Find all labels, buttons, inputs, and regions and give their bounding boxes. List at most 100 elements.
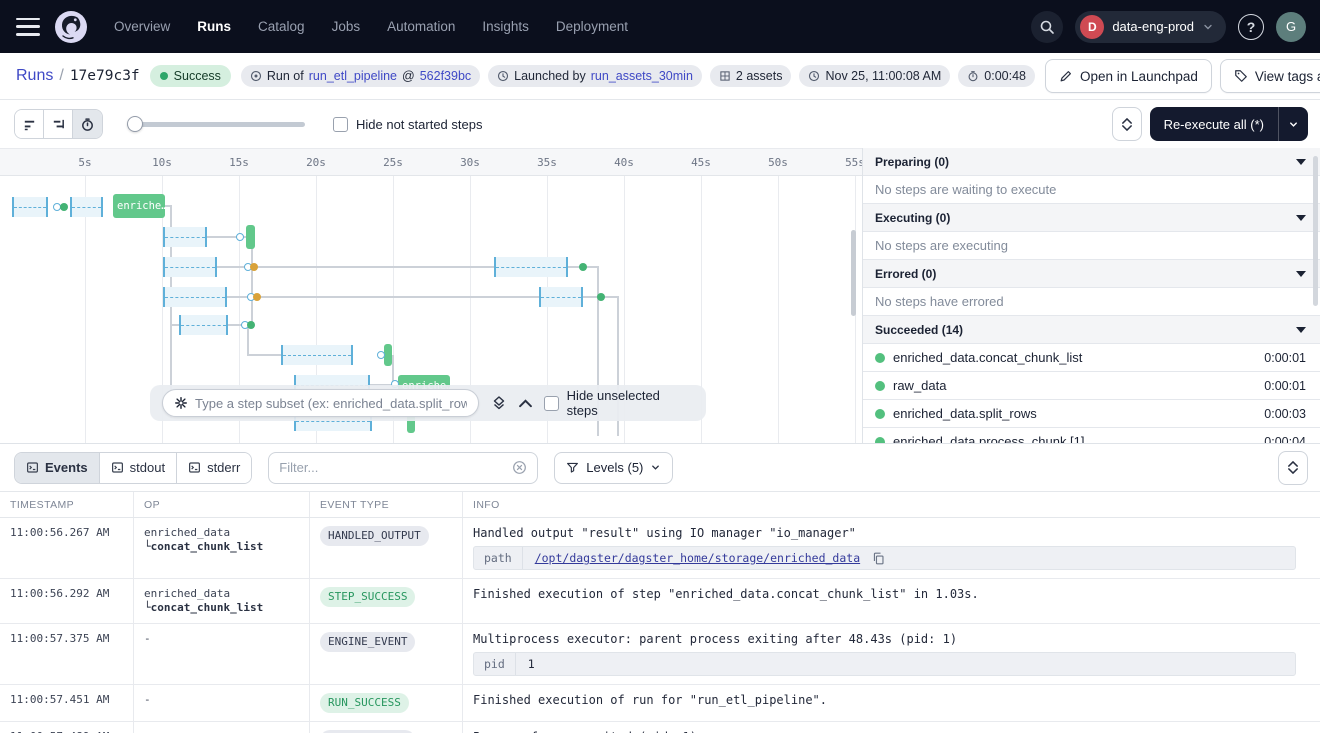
step-marker-dot[interactable]	[60, 203, 68, 211]
log-row[interactable]: 11:00:56.267 AM enriched_data └concat_ch…	[0, 518, 1320, 579]
gantt-zoom-slider[interactable]	[127, 116, 305, 132]
workspace-switcher[interactable]: D data-eng-prod	[1075, 11, 1226, 43]
log-filter-input[interactable]	[279, 460, 504, 475]
schedule-link[interactable]: run_assets_30min	[591, 69, 693, 83]
search-button[interactable]	[1031, 11, 1063, 43]
job-link[interactable]: run_etl_pipeline	[309, 69, 397, 83]
steps-panel-row[interactable]: Errored (0)	[863, 260, 1320, 288]
open-in-launchpad-button[interactable]: Open in Launchpad	[1045, 59, 1212, 93]
step-name: raw_data	[893, 378, 946, 393]
steps-panel-row[interactable]: Preparing (0)	[863, 148, 1320, 176]
layers-icon[interactable]	[491, 395, 507, 411]
log-op: enriched_data └concat_chunk_list	[134, 518, 310, 578]
chevron-down-icon	[1288, 468, 1298, 474]
help-button[interactable]: ?	[1238, 14, 1264, 40]
view-timed-button[interactable]	[73, 110, 102, 138]
nav-item[interactable]: Runs	[197, 19, 231, 34]
view-waterfall-button[interactable]	[44, 110, 73, 138]
step-marker-dot[interactable]	[377, 351, 385, 359]
checkbox-box[interactable]	[544, 396, 559, 411]
commit-link[interactable]: 562f39bc	[420, 69, 471, 83]
steps-panel-row[interactable]: enriched_data.concat_chunk_list 0:00:01	[863, 344, 1320, 372]
tag-launched-by[interactable]: Launched by run_assets_30min	[488, 65, 702, 87]
metadata-value[interactable]: /opt/dagster/dagster_home/storage/enrich…	[523, 551, 872, 565]
step-marker-dot[interactable]	[236, 233, 244, 241]
status-label: Success	[174, 69, 221, 83]
step-marker-dot[interactable]	[597, 293, 605, 301]
slider-track[interactable]	[127, 122, 305, 127]
user-avatar[interactable]: G	[1276, 12, 1306, 42]
gantt-chart[interactable]: 5s10s15s20s25s30s35s40s45s50s55s enriche…	[0, 148, 862, 443]
log-filter-box[interactable]	[268, 452, 538, 484]
step-waiting-box[interactable]	[70, 197, 103, 217]
steps-panel-row[interactable]: No steps are executing	[863, 232, 1320, 260]
log-row[interactable]: 11:00:57.375 AM - ENGINE_EVENT Multiproc…	[0, 624, 1320, 685]
metadata-value[interactable]: 1	[516, 657, 547, 671]
nav-item[interactable]: Catalog	[258, 19, 305, 34]
tag-assets[interactable]: 2 assets	[710, 65, 792, 87]
step-bar[interactable]: enriche…	[113, 194, 165, 218]
levels-label: Levels (5)	[586, 460, 643, 475]
step-waiting-box[interactable]	[539, 287, 583, 307]
step-subset-input[interactable]	[195, 396, 467, 411]
step-bar[interactable]	[384, 344, 392, 366]
slider-knob[interactable]	[127, 116, 143, 132]
steps-panel-row[interactable]: raw_data 0:00:01	[863, 372, 1320, 400]
log-row[interactable]: 11:00:56.292 AM enriched_data └concat_ch…	[0, 579, 1320, 624]
step-marker-dot[interactable]	[250, 263, 258, 271]
collapse-chevron-icon[interactable]	[519, 399, 532, 408]
step-bar[interactable]	[246, 225, 255, 249]
step-subset-overlay: Hide unselected steps	[150, 385, 706, 421]
levels-filter-button[interactable]: Levels (5)	[554, 452, 673, 484]
clear-filter-icon[interactable]	[512, 460, 527, 475]
panel-resize-button[interactable]	[1112, 107, 1142, 141]
copy-icon[interactable]	[872, 552, 885, 565]
log-tab[interactable]: stdout	[100, 453, 177, 483]
nav-item[interactable]: Deployment	[556, 19, 628, 34]
log-event-type: ENGINE_EVENT	[310, 722, 463, 733]
nav-item[interactable]: Overview	[114, 19, 170, 34]
breadcrumb-runs-link[interactable]: Runs	[16, 67, 53, 85]
run-tags: Run of run_etl_pipeline @ 562f39bc Launc…	[241, 65, 1035, 87]
log-tab[interactable]: stderr	[177, 453, 251, 483]
nav-item[interactable]: Jobs	[332, 19, 361, 34]
step-waiting-box[interactable]	[12, 197, 48, 217]
step-waiting-box[interactable]	[163, 257, 217, 277]
step-waiting-box[interactable]	[163, 287, 227, 307]
steps-scrollbar-thumb[interactable]	[1313, 156, 1318, 306]
nav-item[interactable]: Automation	[387, 19, 455, 34]
top-nav: Overview Runs Catalog Jobs Automation In…	[0, 0, 1320, 53]
step-subset-inputbox[interactable]	[162, 389, 479, 417]
steps-panel-row[interactable]: No steps have errored	[863, 288, 1320, 316]
log-panel-resize-button[interactable]	[1278, 451, 1308, 485]
step-marker-dot[interactable]	[579, 263, 587, 271]
steps-panel-row[interactable]: Succeeded (14)	[863, 316, 1320, 344]
log-op: -	[134, 685, 310, 721]
view-flat-button[interactable]	[15, 110, 44, 138]
steps-panel-row[interactable]: enriched_data.split_rows 0:00:03	[863, 400, 1320, 428]
nav-item[interactable]: Insights	[482, 19, 529, 34]
step-waiting-box[interactable]	[281, 345, 353, 365]
checkbox-box[interactable]	[333, 117, 348, 132]
step-marker-dot[interactable]	[247, 321, 255, 329]
step-waiting-box[interactable]	[179, 315, 228, 335]
menu-icon[interactable]	[16, 18, 40, 36]
steps-panel-row[interactable]: No steps are waiting to execute	[863, 176, 1320, 204]
step-waiting-box[interactable]	[494, 257, 568, 277]
step-marker-dot[interactable]	[253, 293, 261, 301]
reexecute-all-button[interactable]: Re-execute all (*)	[1150, 107, 1278, 141]
dagster-logo-icon[interactable]	[54, 10, 88, 44]
view-tags-config-button[interactable]: View tags and config	[1220, 59, 1320, 93]
gantt-scrollbar-thumb[interactable]	[851, 230, 856, 316]
step-waiting-box[interactable]	[163, 227, 207, 247]
steps-panel-row[interactable]: enriched_data.process_chunk [1] 0:00:04	[863, 428, 1320, 443]
steps-panel-row[interactable]: Executing (0)	[863, 204, 1320, 232]
tag-run-of[interactable]: Run of run_etl_pipeline @ 562f39bc	[241, 65, 480, 87]
log-tab[interactable]: Events	[15, 453, 100, 483]
hide-not-started-checkbox[interactable]: Hide not started steps	[333, 117, 482, 132]
log-row[interactable]: 11:00:57.489 AM - ENGINE_EVENT Process f…	[0, 722, 1320, 733]
reexecute-options-button[interactable]	[1278, 107, 1308, 141]
hide-unselected-checkbox[interactable]: Hide unselected steps	[544, 388, 694, 418]
log-row[interactable]: 11:00:57.451 AM - RUN_SUCCESS Finished e…	[0, 685, 1320, 722]
steps-panel-rows: Preparing (0) No steps are waiting to ex…	[863, 148, 1320, 443]
